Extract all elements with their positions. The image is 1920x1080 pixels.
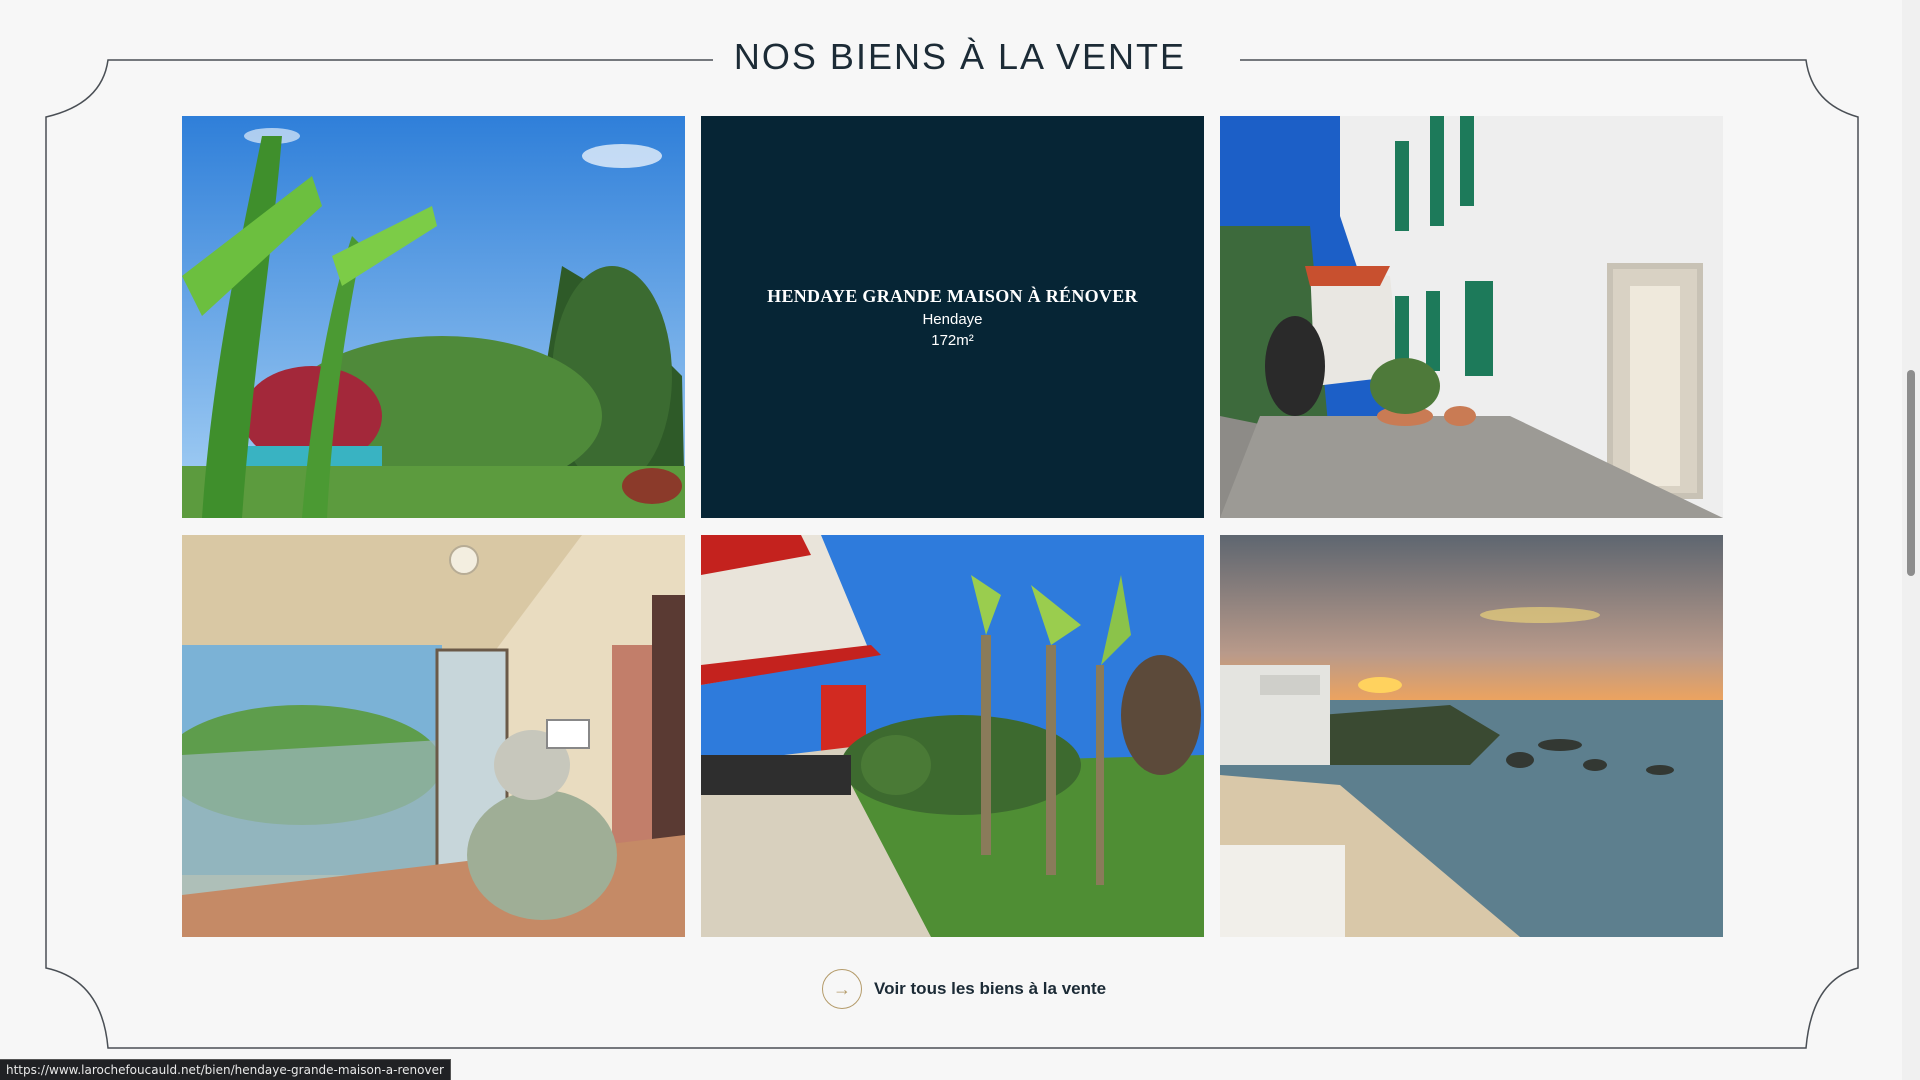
balcony-photo: [182, 535, 685, 937]
beach-sunset-photo: [1220, 535, 1723, 937]
property-card-beach[interactable]: [1220, 535, 1723, 937]
property-grid: HENDAYE GRANDE MAISON À RÉNOVER Hendaye …: [182, 116, 1724, 937]
property-city: Hendaye: [922, 310, 983, 328]
property-card-hendaye[interactable]: HENDAYE GRANDE MAISON À RÉNOVER Hendaye …: [701, 116, 1204, 518]
view-all-label: Voir tous les biens à la vente: [874, 979, 1107, 998]
view-all-properties-link[interactable]: → Voir tous les biens à la vente: [822, 968, 1106, 1010]
garden-pool-photo: [182, 116, 685, 518]
arrow-right-icon: →: [822, 969, 862, 1009]
property-card-garden[interactable]: [182, 116, 685, 518]
property-area: 172m²: [931, 331, 974, 349]
white-house-photo: [1220, 116, 1723, 518]
property-card-terrace[interactable]: [701, 535, 1204, 937]
terrace-garden-photo: [701, 535, 1204, 937]
property-title: HENDAYE GRANDE MAISON À RÉNOVER: [767, 285, 1138, 306]
property-card-balcony[interactable]: [182, 535, 685, 937]
page-scrollbar[interactable]: [1902, 0, 1920, 1080]
scrollbar-thumb[interactable]: [1907, 370, 1915, 576]
link-status-bar: https://www.larochefoucauld.net/bien/hen…: [0, 1059, 451, 1080]
section-title: NOS BIENS À LA VENTE: [733, 36, 1187, 77]
property-card-house[interactable]: [1220, 116, 1723, 518]
